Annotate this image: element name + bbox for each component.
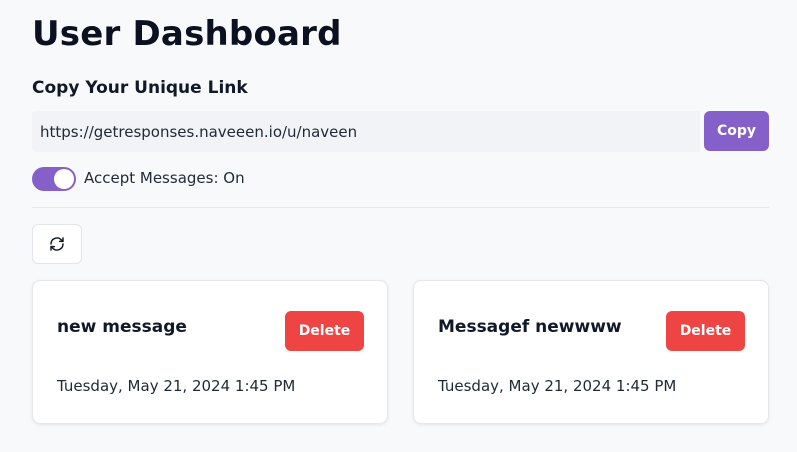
unique-link-input[interactable]	[32, 111, 700, 152]
refresh-button[interactable]	[32, 224, 82, 264]
delete-button[interactable]: Delete	[285, 311, 364, 351]
message-content: Messagef newwww	[438, 317, 622, 337]
message-card: Messagef newwww Delete Tuesday, May 21, …	[413, 280, 769, 424]
page-title: User Dashboard	[32, 14, 342, 54]
switch-knob	[54, 169, 74, 189]
refresh-icon	[50, 237, 64, 251]
message-content: new message	[57, 317, 187, 337]
unique-link-row: Copy	[32, 111, 769, 152]
message-date: Tuesday, May 21, 2024 1:45 PM	[57, 377, 296, 395]
message-card: new message Delete Tuesday, May 21, 2024…	[32, 280, 388, 424]
message-date: Tuesday, May 21, 2024 1:45 PM	[438, 377, 677, 395]
accept-messages-label: Accept Messages: On	[84, 169, 245, 187]
copy-button[interactable]: Copy	[704, 111, 769, 151]
unique-link-heading: Copy Your Unique Link	[32, 78, 248, 98]
divider	[32, 207, 769, 208]
accept-messages-switch[interactable]	[32, 167, 76, 191]
delete-button[interactable]: Delete	[666, 311, 745, 351]
